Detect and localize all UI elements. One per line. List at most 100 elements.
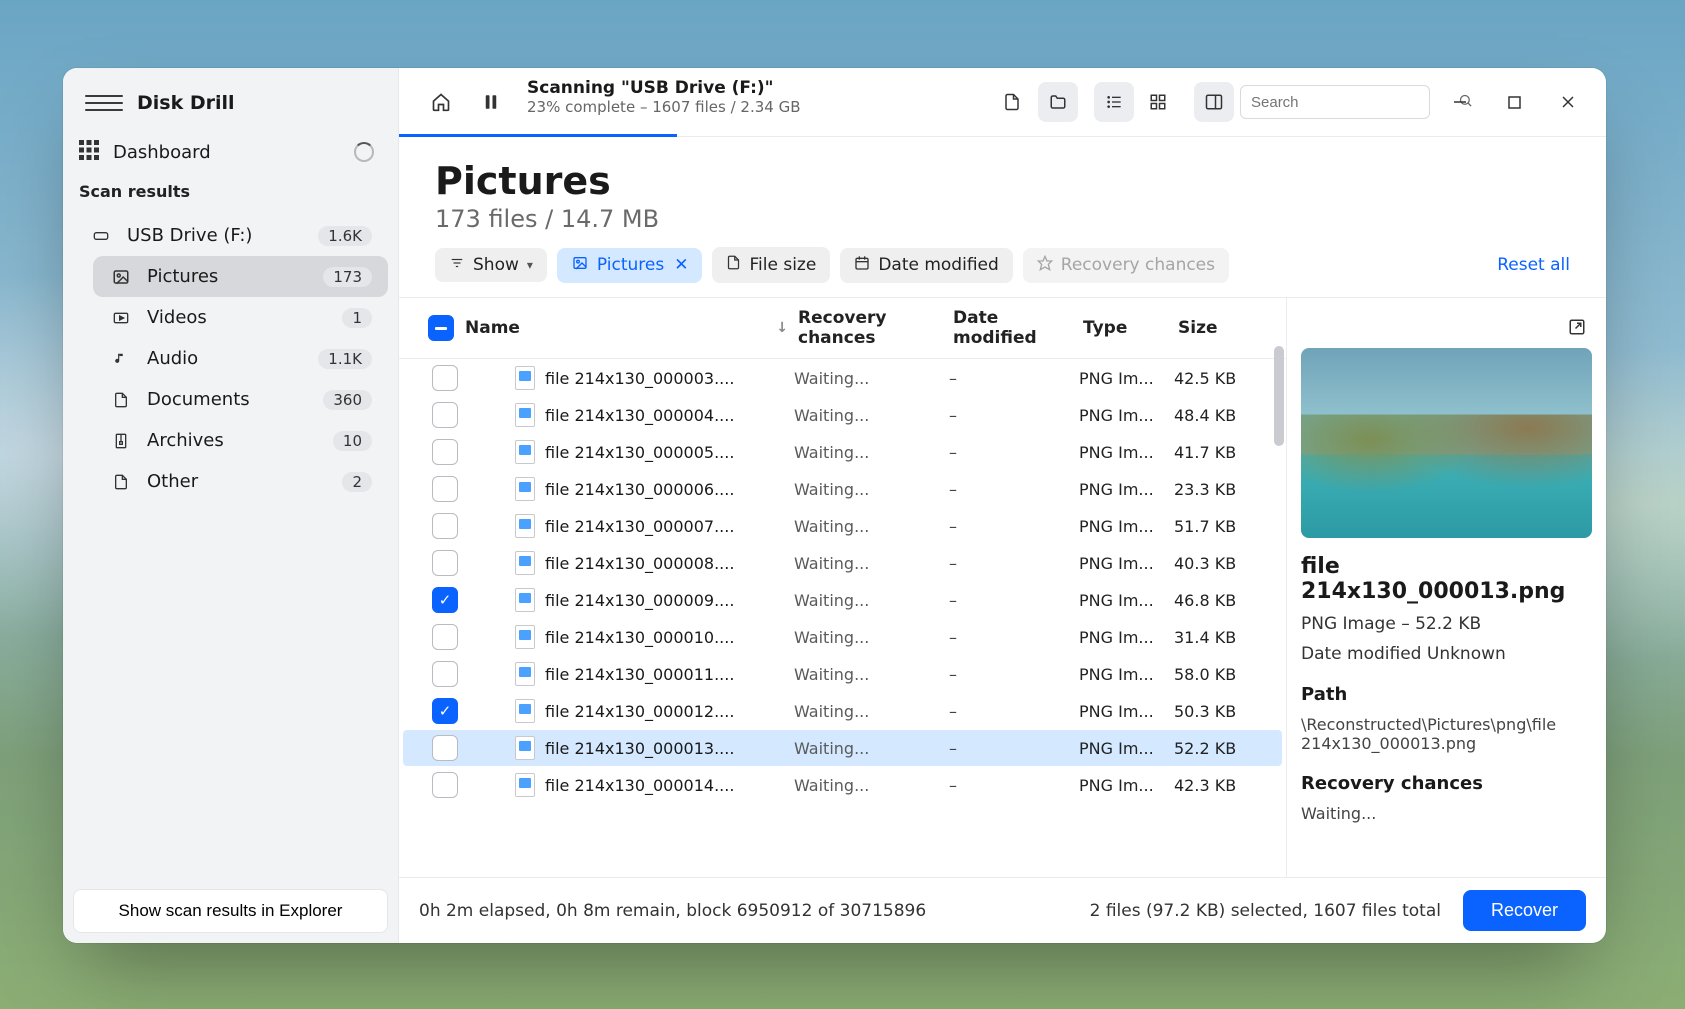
sidebar-item-other[interactable]: Other 2 (93, 461, 388, 502)
pause-icon[interactable] (471, 82, 511, 122)
row-checkbox[interactable] (432, 476, 458, 502)
recover-button[interactable]: Recover (1463, 890, 1586, 931)
filter-pictures[interactable]: Pictures ✕ (557, 248, 703, 283)
table-row[interactable]: file 214x130_000003.... Waiting... – PNG… (403, 360, 1282, 396)
filter-date-modified[interactable]: Date modified (840, 248, 1012, 283)
filter-recovery-label: Recovery chances (1061, 255, 1215, 275)
folder-view-icon[interactable] (1038, 82, 1078, 122)
sidebar-item-dashboard[interactable]: Dashboard (63, 134, 398, 170)
col-name[interactable]: Name (465, 318, 520, 338)
show-in-explorer-button[interactable]: Show scan results in Explorer (73, 889, 388, 933)
cell-date: – (949, 406, 1079, 425)
sidebar-item-documents[interactable]: Documents 360 (93, 379, 388, 420)
minimize-button[interactable] (1436, 82, 1484, 122)
grid-view-icon[interactable] (1138, 82, 1178, 122)
app-window: Disk Drill Dashboard Scan results USB Dr… (63, 68, 1606, 943)
sidebar-icon (109, 310, 133, 326)
sidebar-item-badge: 173 (323, 267, 372, 287)
cell-type: PNG Im... (1079, 554, 1174, 573)
cell-size: 41.7 KB (1174, 443, 1264, 462)
grid-icon (79, 140, 99, 164)
sidebar-item-pictures[interactable]: Pictures 173 (93, 256, 388, 297)
app-header: Disk Drill (63, 68, 398, 134)
maximize-button[interactable] (1490, 82, 1538, 122)
popout-icon[interactable] (1562, 312, 1592, 342)
table-row[interactable]: ✓ file 214x130_000009.... Waiting... – P… (403, 582, 1282, 618)
file-view-icon[interactable] (992, 82, 1032, 122)
file-icon (515, 662, 535, 686)
col-recovery[interactable]: Recovery chances (798, 308, 953, 348)
cell-type: PNG Im... (1079, 739, 1174, 758)
cell-recovery: Waiting... (794, 739, 949, 758)
filter-show[interactable]: Show ▾ (435, 248, 547, 282)
preview-recovery: Waiting... (1301, 804, 1592, 823)
list-view-icon[interactable] (1094, 82, 1134, 122)
preview-date: Date modified Unknown (1301, 644, 1592, 664)
col-date[interactable]: Date modified (953, 308, 1083, 348)
file-icon (515, 625, 535, 649)
table-row[interactable]: file 214x130_000004.... Waiting... – PNG… (403, 397, 1282, 433)
row-checkbox[interactable] (432, 772, 458, 798)
chevron-down-icon: ▾ (527, 258, 533, 272)
row-checkbox[interactable]: ✓ (432, 587, 458, 613)
row-checkbox[interactable] (432, 661, 458, 687)
close-icon[interactable]: ✕ (674, 255, 688, 275)
scan-subtitle: 23% complete – 1607 files / 2.34 GB (527, 98, 800, 116)
cell-size: 42.3 KB (1174, 776, 1264, 795)
file-name: file 214x130_000012.... (545, 702, 734, 721)
row-checkbox[interactable] (432, 735, 458, 761)
page-title: Pictures (435, 159, 1570, 203)
cell-date: – (949, 369, 1079, 388)
cell-size: 51.7 KB (1174, 517, 1264, 536)
file-name: file 214x130_000003.... (545, 369, 734, 388)
file-name: file 214x130_000014.... (545, 776, 734, 795)
reset-all-link[interactable]: Reset all (1497, 255, 1570, 275)
home-icon[interactable] (421, 82, 461, 122)
sidebar-item-usb-drive-f-[interactable]: USB Drive (F:) 1.6K (73, 215, 388, 256)
table-row[interactable]: file 214x130_000008.... Waiting... – PNG… (403, 545, 1282, 581)
sidebar-item-archives[interactable]: Archives 10 (93, 420, 388, 461)
sidebar-item-videos[interactable]: Videos 1 (93, 297, 388, 338)
table-row[interactable]: file 214x130_000010.... Waiting... – PNG… (403, 619, 1282, 655)
menu-icon[interactable] (85, 86, 123, 120)
cell-size: 46.8 KB (1174, 591, 1264, 610)
col-type[interactable]: Type (1083, 318, 1178, 338)
col-size[interactable]: Size (1178, 318, 1268, 338)
scrollbar-thumb[interactable] (1274, 346, 1284, 446)
row-checkbox[interactable] (432, 550, 458, 576)
table-row[interactable]: file 214x130_000005.... Waiting... – PNG… (403, 434, 1282, 470)
table-row[interactable]: ✓ file 214x130_000012.... Waiting... – P… (403, 693, 1282, 729)
sidebar-item-badge: 1.1K (318, 349, 372, 369)
row-checkbox[interactable] (432, 513, 458, 539)
table-body[interactable]: file 214x130_000003.... Waiting... – PNG… (399, 359, 1286, 877)
preview-pane-icon[interactable] (1194, 82, 1234, 122)
cell-type: PNG Im... (1079, 517, 1174, 536)
table-row[interactable]: file 214x130_000011.... Waiting... – PNG… (403, 656, 1282, 692)
close-button[interactable] (1544, 82, 1592, 122)
preview-path-header: Path (1301, 684, 1592, 705)
cell-size: 50.3 KB (1174, 702, 1264, 721)
table-row[interactable]: file 214x130_000007.... Waiting... – PNG… (403, 508, 1282, 544)
table-row[interactable]: file 214x130_000014.... Waiting... – PNG… (403, 767, 1282, 803)
search-box[interactable] (1240, 85, 1430, 119)
search-input[interactable] (1251, 94, 1450, 111)
sidebar-item-label: USB Drive (F:) (127, 225, 304, 246)
filter-row: Show ▾ Pictures ✕ File size Date modifie… (399, 243, 1606, 297)
row-checkbox[interactable]: ✓ (432, 698, 458, 724)
table-row[interactable]: file 214x130_000013.... Waiting... – PNG… (403, 730, 1282, 766)
table-row[interactable]: file 214x130_000006.... Waiting... – PNG… (403, 471, 1282, 507)
select-all-checkbox[interactable] (428, 315, 454, 341)
row-checkbox[interactable] (432, 365, 458, 391)
row-checkbox[interactable] (432, 624, 458, 650)
sidebar-list: USB Drive (F:) 1.6K Pictures 173 Videos … (63, 211, 398, 510)
row-checkbox[interactable] (432, 402, 458, 428)
cell-recovery: Waiting... (794, 443, 949, 462)
row-checkbox[interactable] (432, 439, 458, 465)
filter-show-label: Show (473, 255, 519, 275)
cell-type: PNG Im... (1079, 628, 1174, 647)
sidebar-item-audio[interactable]: Audio 1.1K (93, 338, 388, 379)
cell-recovery: Waiting... (794, 480, 949, 499)
file-icon (515, 588, 535, 612)
app-title: Disk Drill (137, 92, 235, 114)
filter-file-size[interactable]: File size (712, 247, 830, 283)
